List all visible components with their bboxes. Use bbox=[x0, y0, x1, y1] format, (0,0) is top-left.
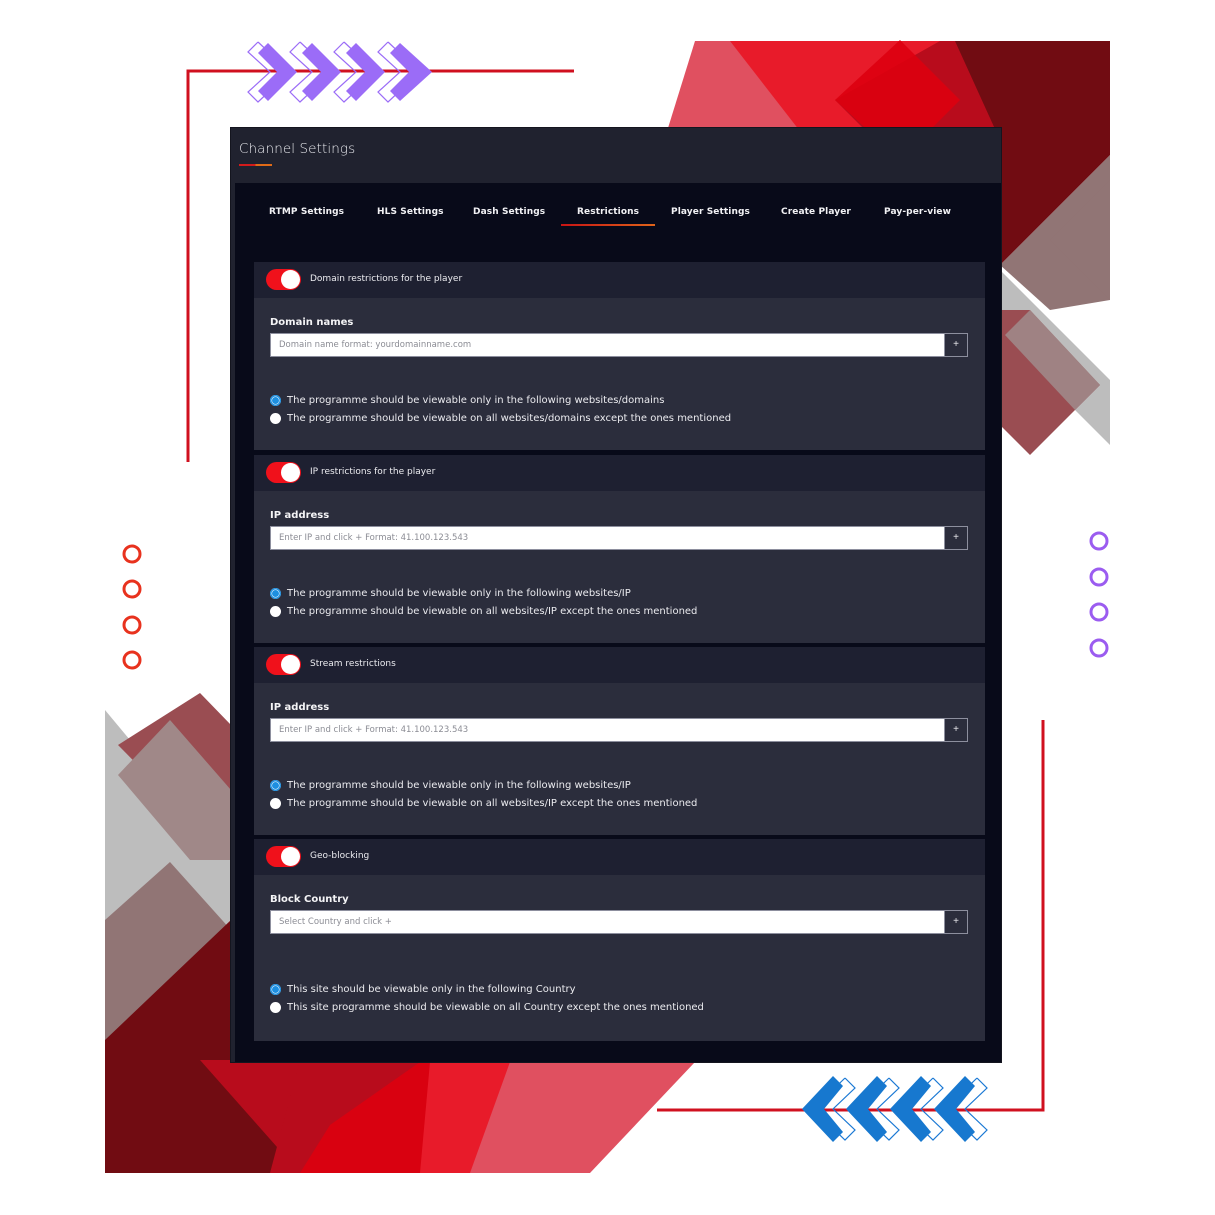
stream-restrictions-section: Stream restrictions IP address + The pro… bbox=[254, 647, 985, 835]
section-header: Domain restrictions for the player bbox=[254, 262, 985, 298]
section-title: IP restrictions for the player bbox=[310, 467, 436, 477]
toggle-knob bbox=[281, 847, 300, 866]
tab-hls-settings[interactable]: HLS Settings bbox=[377, 207, 444, 217]
tab-rtmp-settings[interactable]: RTMP Settings bbox=[269, 207, 344, 217]
radio-option-only-listed[interactable]: The programme should be viewable only in… bbox=[270, 395, 664, 406]
tab-player-settings[interactable]: Player Settings bbox=[671, 207, 750, 217]
ip-restrictions-section: IP restrictions for the player IP addres… bbox=[254, 455, 985, 643]
toggle-knob bbox=[281, 270, 300, 289]
geo-blocking-toggle[interactable] bbox=[266, 846, 301, 867]
radio-label: This site programme should be viewable o… bbox=[287, 1002, 704, 1013]
block-country-input[interactable] bbox=[271, 911, 944, 933]
ip-input-row: + bbox=[270, 526, 968, 550]
field-label: IP address bbox=[270, 702, 330, 713]
toggle-knob bbox=[281, 655, 300, 674]
radio-button[interactable] bbox=[270, 798, 281, 809]
radio-option-all-except[interactable]: The programme should be viewable on all … bbox=[270, 413, 731, 424]
tab-restrictions[interactable]: Restrictions bbox=[560, 207, 656, 226]
tab-pay-per-view[interactable]: Pay-per-view bbox=[884, 207, 951, 217]
radio-option-only-listed[interactable]: This site should be viewable only in the… bbox=[270, 984, 576, 995]
radio-button[interactable] bbox=[270, 413, 281, 424]
domain-input-row: + bbox=[270, 333, 968, 357]
radio-button-checked[interactable] bbox=[270, 984, 281, 995]
field-label: Block Country bbox=[270, 894, 349, 905]
radio-option-only-listed[interactable]: The programme should be viewable only in… bbox=[270, 780, 631, 791]
tab-bar: RTMP Settings HLS Settings Dash Settings… bbox=[235, 183, 1001, 233]
section-title: Domain restrictions for the player bbox=[310, 274, 463, 284]
radio-button[interactable] bbox=[270, 1002, 281, 1013]
channel-settings-window: Channel Settings RTMP Settings HLS Setti… bbox=[231, 128, 1001, 1062]
field-label: IP address bbox=[270, 510, 330, 521]
radio-option-only-listed[interactable]: The programme should be viewable only in… bbox=[270, 588, 631, 599]
radio-label: The programme should be viewable on all … bbox=[287, 798, 698, 809]
title-underline bbox=[239, 164, 272, 166]
radio-button[interactable] bbox=[270, 606, 281, 617]
domain-restrictions-toggle[interactable] bbox=[266, 269, 301, 290]
radio-label: This site should be viewable only in the… bbox=[287, 984, 576, 995]
section-header: Stream restrictions bbox=[254, 647, 985, 683]
radio-label: The programme should be viewable on all … bbox=[287, 606, 698, 617]
radio-label: The programme should be viewable only in… bbox=[287, 395, 665, 406]
domain-names-input[interactable] bbox=[271, 334, 944, 356]
section-header: IP restrictions for the player bbox=[254, 455, 985, 491]
section-title: Geo-blocking bbox=[310, 851, 370, 861]
field-label: Domain names bbox=[270, 317, 354, 328]
stream-ip-input-row: + bbox=[270, 718, 968, 742]
stream-restrictions-toggle[interactable] bbox=[266, 654, 301, 675]
ip-restrictions-toggle[interactable] bbox=[266, 462, 301, 483]
window-title: Channel Settings bbox=[239, 141, 356, 157]
add-stream-ip-button[interactable]: + bbox=[944, 719, 967, 741]
purple-circles-icon bbox=[1089, 531, 1109, 658]
ip-address-input[interactable] bbox=[271, 527, 944, 549]
purple-chevron-arrows-icon bbox=[247, 41, 432, 103]
radio-option-all-except[interactable]: The programme should be viewable on all … bbox=[270, 606, 697, 617]
radio-button-checked[interactable] bbox=[270, 395, 281, 406]
add-ip-button[interactable]: + bbox=[944, 527, 967, 549]
domain-restrictions-section: Domain restrictions for the player Domai… bbox=[254, 262, 985, 450]
tab-create-player[interactable]: Create Player bbox=[781, 207, 851, 217]
blue-chevron-arrows-icon bbox=[802, 1076, 988, 1142]
settings-panel: RTMP Settings HLS Settings Dash Settings… bbox=[235, 183, 1001, 1062]
add-country-button[interactable]: + bbox=[944, 911, 967, 933]
country-input-row: + bbox=[270, 910, 968, 934]
radio-label: The programme should be viewable on all … bbox=[287, 413, 732, 424]
stream-ip-address-input[interactable] bbox=[271, 719, 944, 741]
section-header: Geo-blocking bbox=[254, 839, 985, 875]
add-domain-button[interactable]: + bbox=[944, 334, 967, 356]
toggle-knob bbox=[281, 463, 300, 482]
radio-label: The programme should be viewable only in… bbox=[287, 588, 631, 599]
radio-button-checked[interactable] bbox=[270, 780, 281, 791]
tab-dash-settings[interactable]: Dash Settings bbox=[473, 207, 545, 217]
radio-button-checked[interactable] bbox=[270, 588, 281, 599]
radio-label: The programme should be viewable only in… bbox=[287, 780, 631, 791]
red-circles-icon bbox=[122, 544, 142, 670]
radio-option-all-except[interactable]: This site programme should be viewable o… bbox=[270, 1002, 704, 1013]
radio-option-all-except[interactable]: The programme should be viewable on all … bbox=[270, 798, 697, 809]
section-title: Stream restrictions bbox=[310, 659, 396, 669]
geo-blocking-section: Geo-blocking Block Country + This site s… bbox=[254, 839, 985, 1041]
